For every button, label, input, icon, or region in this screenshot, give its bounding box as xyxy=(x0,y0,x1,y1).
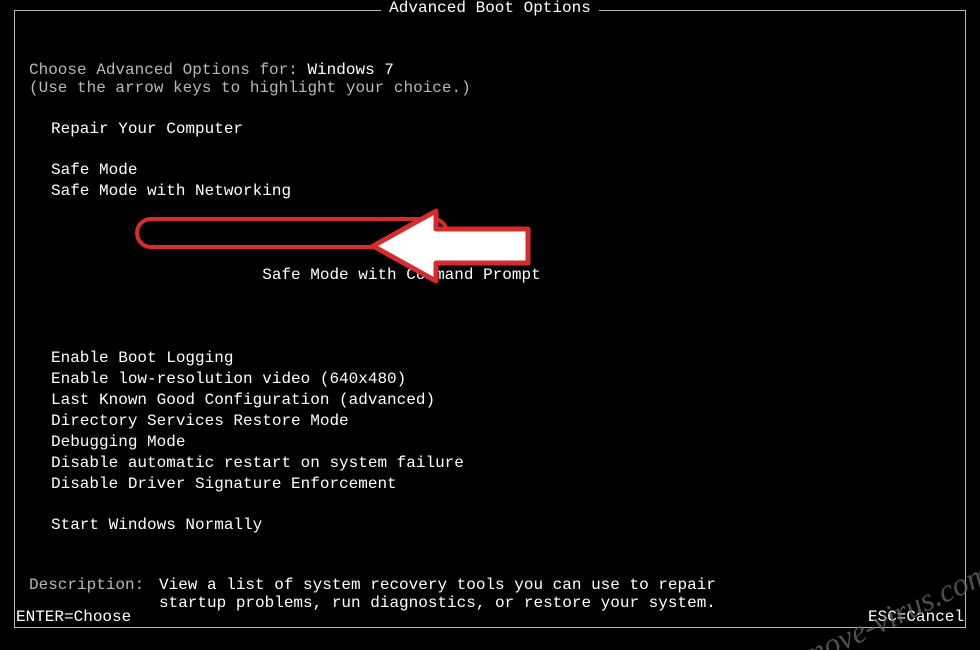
option-debug[interactable]: Debugging Mode xyxy=(51,432,951,453)
boot-options-frame: Advanced Boot Options Choose Advanced Op… xyxy=(14,10,966,628)
option-start-normally[interactable]: Start Windows Normally xyxy=(51,515,951,536)
description-line1: View a list of system recovery tools you… xyxy=(159,576,716,594)
option-no-auto-restart[interactable]: Disable automatic restart on system fail… xyxy=(51,453,951,474)
option-low-res[interactable]: Enable low-resolution video (640x480) xyxy=(51,369,951,390)
option-dsrm[interactable]: Directory Services Restore Mode xyxy=(51,411,951,432)
footer-bar: ENTER=Choose ESC=Cancel xyxy=(16,608,964,626)
circle-shape xyxy=(135,217,455,251)
option-safe-mode-networking[interactable]: Safe Mode with Networking xyxy=(51,181,951,202)
choose-prefix: Choose Advanced Options for: xyxy=(29,61,307,79)
content-area: Choose Advanced Options for: Windows 7 (… xyxy=(15,11,965,627)
option-repair[interactable]: Repair Your Computer xyxy=(51,119,951,140)
option-safe-mode-cmd-label: Safe Mode with Command Prompt xyxy=(262,266,540,284)
footer-esc: ESC=Cancel xyxy=(868,608,964,626)
hint-line: (Use the arrow keys to highlight your ch… xyxy=(29,79,951,97)
option-no-driver-sig[interactable]: Disable Driver Signature Enforcement xyxy=(51,474,951,495)
option-last-known[interactable]: Last Known Good Configuration (advanced) xyxy=(51,390,951,411)
description-label: Description: xyxy=(29,576,159,594)
description-block: Description: View a list of system recov… xyxy=(29,576,951,612)
choose-line: Choose Advanced Options for: Windows 7 xyxy=(29,61,951,79)
footer-enter: ENTER=Choose xyxy=(16,608,131,626)
option-safe-mode-cmd[interactable]: Safe Mode with Command Prompt xyxy=(51,202,951,328)
annotation-circle: Safe Mode with Command Prompt xyxy=(147,223,541,307)
option-boot-log[interactable]: Enable Boot Logging xyxy=(51,348,951,369)
options-list: Repair Your Computer Safe Mode Safe Mode… xyxy=(51,119,951,536)
os-name: Windows 7 xyxy=(307,61,393,79)
option-safe-mode[interactable]: Safe Mode xyxy=(51,160,951,181)
